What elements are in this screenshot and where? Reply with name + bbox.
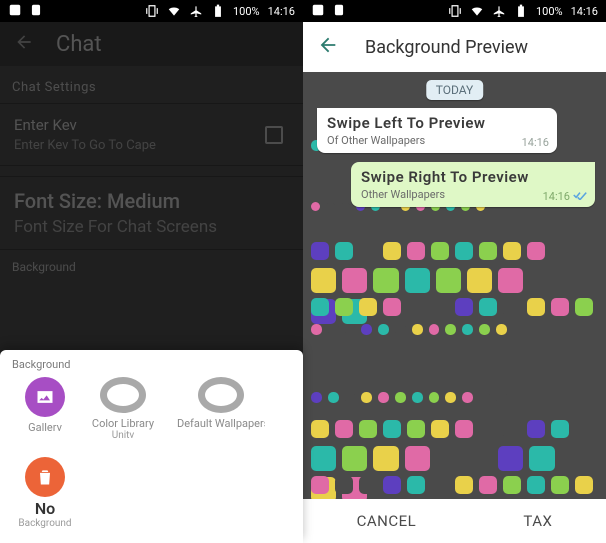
app-icon	[332, 3, 346, 17]
battery-icon	[514, 4, 528, 18]
gallery-icon	[25, 377, 65, 417]
incoming-bubble: Swipe Left To Preview Of Other Wallpaper…	[317, 108, 557, 153]
set-button[interactable]: TAX	[523, 512, 552, 530]
option-color-library[interactable]: Color Library Unitv	[80, 377, 166, 441]
option-gallery[interactable]: Gallerv	[10, 377, 80, 441]
action-bar: CANCEL TAX	[303, 499, 606, 543]
battery-text: 100%	[536, 5, 563, 18]
ring-icon	[198, 377, 244, 413]
battery-text: 100%	[233, 5, 260, 18]
bubble-time: 14:16	[543, 190, 587, 203]
airplane-icon	[492, 4, 506, 18]
back-button[interactable]	[317, 34, 339, 60]
app-icon	[8, 3, 22, 17]
outgoing-bubble: Swipe Right To Preview Other Wallpapers …	[351, 162, 595, 207]
vibrate-icon	[448, 4, 462, 18]
section-header: Chat Settings	[0, 66, 303, 103]
wifi-icon	[470, 4, 484, 18]
back-button[interactable]	[14, 32, 34, 56]
date-pill: TODAY	[426, 80, 484, 100]
background-header: Background	[0, 250, 303, 284]
battery-icon	[211, 4, 225, 18]
appbar-title: Background Preview	[365, 37, 528, 58]
status-bar: 100% 14:16	[303, 0, 606, 22]
background-chooser-sheet: Background Gallerv Color Library Unitv D…	[0, 350, 303, 543]
sheet-title: Background	[12, 358, 293, 371]
label: Default Wallpapers	[177, 417, 265, 430]
appbar: Chat	[0, 22, 303, 66]
ring-icon	[100, 377, 146, 413]
option-no-background[interactable]: No Background	[10, 457, 80, 529]
label: Gallerv	[28, 421, 62, 434]
sublabel: Background	[18, 518, 71, 529]
enter-key-row[interactable]: Enter Kev Enter Kev To Go To Cape	[0, 103, 303, 166]
option-default-wallpapers[interactable]: Default Wallpapers	[166, 377, 276, 441]
row-title: Font Size: Medium	[14, 189, 289, 213]
airplane-icon	[189, 4, 203, 18]
app-icon	[311, 3, 325, 17]
clock-text: 14:16	[571, 5, 598, 18]
status-bar: 100% 14:16	[0, 0, 303, 22]
wallpaper-preview[interactable]: TODAY Swipe Left To Preview Of Other Wal…	[303, 72, 606, 499]
left-screen: 100% 14:16 Chat Chat Settings Enter Kev …	[0, 0, 303, 543]
vibrate-icon	[145, 4, 159, 18]
row-title: Enter Kev	[14, 116, 156, 134]
font-size-row[interactable]: Font Size: Medium Font Size For Chat Scr…	[0, 176, 303, 250]
appbar: Background Preview	[303, 22, 606, 72]
label: No	[35, 499, 55, 518]
bubble-text: Swipe Left To Preview	[327, 114, 547, 132]
bubble-text: Swipe Right To Preview	[361, 168, 585, 186]
wifi-icon	[167, 4, 181, 18]
clock-text: 14:16	[268, 5, 295, 18]
row-subtitle: Enter Kev To Go To Cape	[14, 138, 156, 153]
checkbox[interactable]	[265, 126, 283, 144]
app-icon	[29, 3, 43, 17]
sublabel: Unitv	[112, 430, 135, 441]
read-ticks-icon	[573, 190, 587, 203]
row-subtitle: Font Size For Chat Screens	[14, 217, 289, 237]
appbar-title: Chat	[56, 32, 102, 57]
label: Color Library	[92, 417, 154, 430]
trash-icon	[25, 457, 65, 497]
bubble-time: 14:16	[522, 136, 549, 149]
cancel-button[interactable]: CANCEL	[357, 512, 417, 530]
right-screen: 100% 14:16 Background Preview TODAY Swip…	[303, 0, 606, 543]
bubble-subtext: Of Other Wallpapers	[327, 134, 547, 147]
